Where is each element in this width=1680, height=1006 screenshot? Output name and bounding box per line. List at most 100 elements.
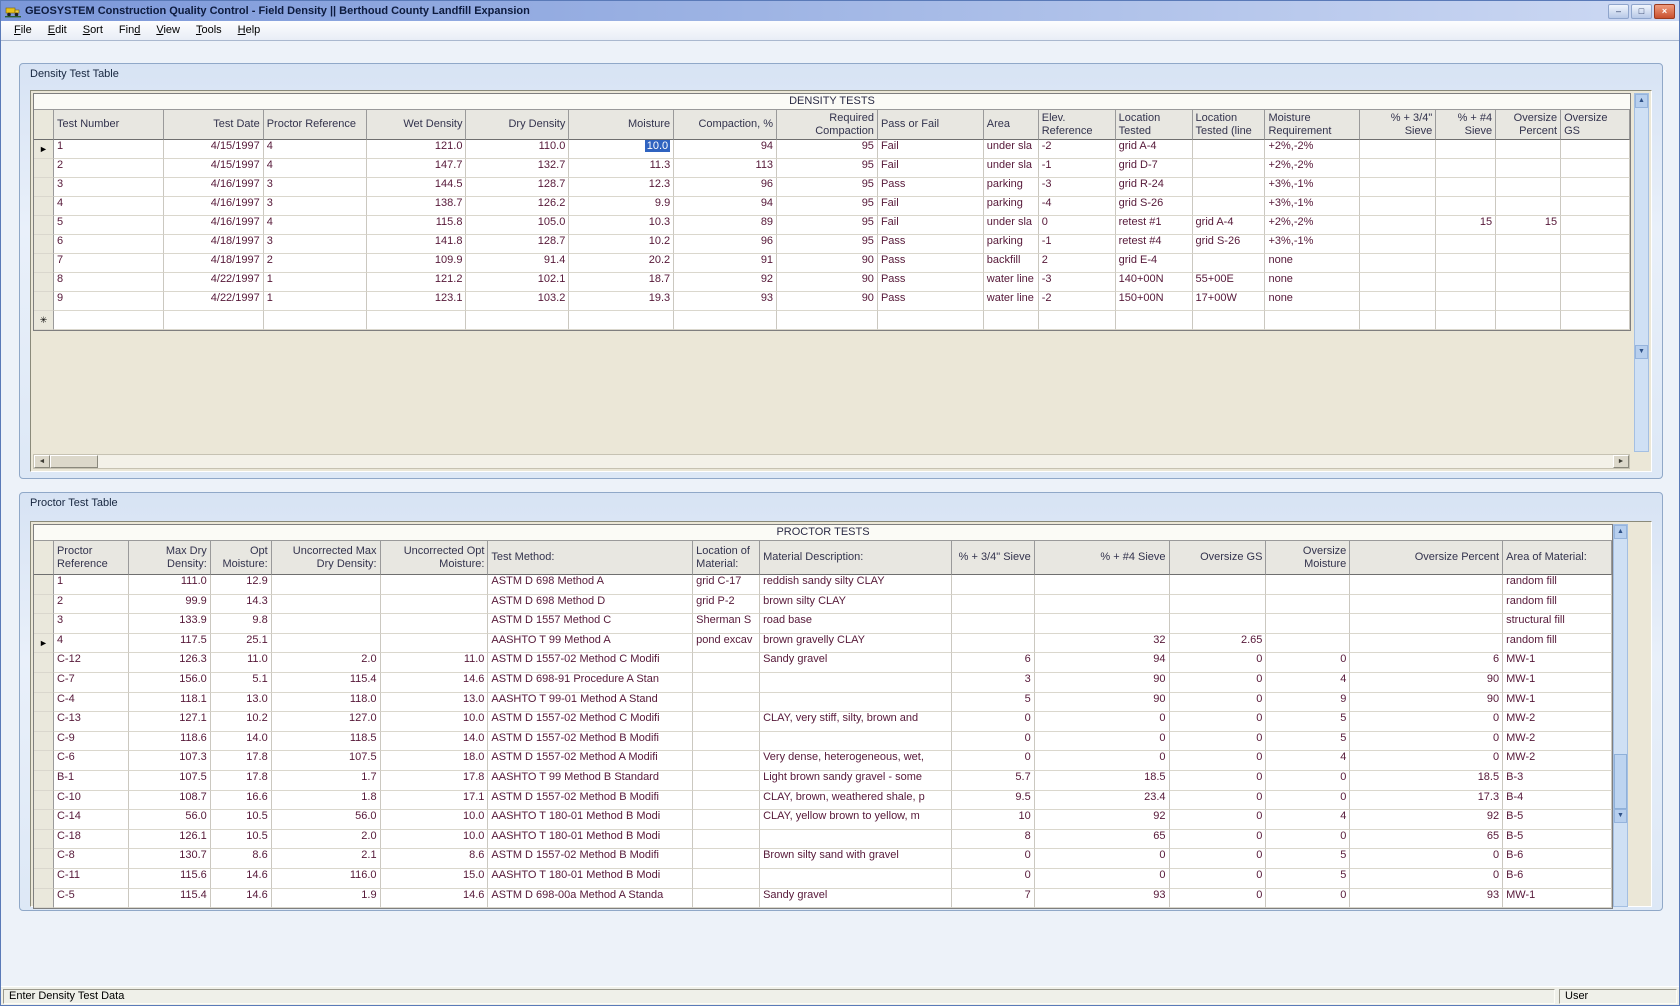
record-selector[interactable] — [34, 614, 54, 634]
table-cell[interactable]: 17.3 — [1350, 791, 1503, 811]
column-header[interactable]: Max Dry Density: — [129, 541, 211, 575]
table-cell[interactable] — [1360, 311, 1436, 330]
table-cell[interactable]: ASTM D 1557 Method C — [488, 614, 693, 634]
table-cell[interactable]: 90 — [1350, 673, 1503, 693]
table-cell[interactable]: Fail — [878, 197, 984, 216]
table-cell[interactable]: 103.2 — [466, 292, 569, 311]
table-cell[interactable]: Sherman S — [693, 614, 760, 634]
table-cell[interactable]: 118.5 — [272, 732, 381, 752]
table-cell[interactable] — [760, 830, 952, 850]
table-cell[interactable]: 15 — [1496, 216, 1561, 235]
record-selector[interactable] — [34, 869, 54, 889]
table-cell[interactable] — [1193, 159, 1266, 178]
table-cell[interactable]: brown silty CLAY — [760, 595, 952, 615]
table-cell[interactable]: 8 — [54, 273, 164, 292]
table-cell[interactable]: 0 — [952, 751, 1035, 771]
scroll-right-button[interactable]: ► — [1613, 455, 1629, 468]
table-cell[interactable] — [693, 849, 760, 869]
table-cell[interactable] — [1170, 575, 1267, 595]
column-header[interactable]: Area — [984, 110, 1039, 140]
table-cell[interactable]: B-5 — [1503, 830, 1612, 850]
table-cell[interactable] — [1436, 140, 1496, 159]
table-cell[interactable]: road base — [760, 614, 952, 634]
record-selector[interactable] — [34, 712, 54, 732]
column-header[interactable]: Required Compaction — [777, 110, 878, 140]
table-cell[interactable]: C-10 — [54, 791, 129, 811]
table-cell[interactable]: 0 — [1170, 751, 1267, 771]
table-cell[interactable]: 2.65 — [1170, 634, 1267, 654]
density-v-scrollbar[interactable]: ▲ ▼ — [1634, 93, 1649, 452]
table-cell[interactable]: 0 — [952, 732, 1035, 752]
table-cell[interactable]: 4/16/1997 — [164, 216, 264, 235]
table-cell[interactable]: 5 — [1266, 869, 1350, 889]
table-cell[interactable]: C-13 — [54, 712, 129, 732]
table-cell[interactable]: 6 — [1350, 653, 1503, 673]
table-cell[interactable]: 2 — [1039, 254, 1116, 273]
table-cell[interactable] — [1496, 140, 1561, 159]
table-cell[interactable]: Pass — [878, 273, 984, 292]
table-cell[interactable]: 12.9 — [211, 575, 272, 595]
table-cell[interactable]: C-12 — [54, 653, 129, 673]
menu-item-find[interactable]: Find — [111, 22, 148, 39]
table-cell[interactable] — [1193, 254, 1266, 273]
minimize-button[interactable]: – — [1608, 4, 1629, 19]
table-cell[interactable]: 14.0 — [381, 732, 489, 752]
table-cell[interactable] — [1436, 311, 1496, 330]
table-cell[interactable] — [1170, 595, 1267, 615]
table-cell[interactable]: Brown silty sand with gravel — [760, 849, 952, 869]
table-cell[interactable] — [760, 869, 952, 889]
column-header[interactable]: % + 3/4" Sieve — [952, 541, 1035, 575]
table-cell[interactable]: 0 — [1170, 889, 1267, 909]
table-cell[interactable]: 128.7 — [466, 178, 569, 197]
table-cell[interactable]: MW-2 — [1503, 732, 1612, 752]
table-cell[interactable]: 5 — [54, 216, 164, 235]
table-cell[interactable] — [54, 311, 164, 330]
table-cell[interactable]: 5 — [1266, 849, 1350, 869]
table-cell[interactable]: 4 — [54, 634, 129, 654]
table-cell[interactable]: 94 — [674, 197, 777, 216]
table-cell[interactable]: 0 — [1266, 771, 1350, 791]
table-cell[interactable]: -1 — [1039, 159, 1116, 178]
table-cell[interactable]: 4/15/1997 — [164, 159, 264, 178]
table-cell[interactable] — [272, 575, 381, 595]
table-cell[interactable]: 3 — [54, 614, 129, 634]
table-cell[interactable]: ASTM D 1557-02 Method B Modifi — [488, 849, 693, 869]
table-cell[interactable]: 56.0 — [129, 810, 211, 830]
table-cell[interactable] — [693, 653, 760, 673]
table-cell[interactable]: 107.5 — [129, 771, 211, 791]
table-cell[interactable]: 32 — [1035, 634, 1170, 654]
table-cell[interactable]: 95 — [777, 197, 878, 216]
table-cell[interactable]: grid R-24 — [1116, 178, 1193, 197]
column-header[interactable]: Moisture — [569, 110, 674, 140]
record-selector-header[interactable] — [34, 541, 54, 575]
table-cell[interactable]: 3 — [952, 673, 1035, 693]
table-cell[interactable]: 126.3 — [129, 653, 211, 673]
table-cell[interactable] — [984, 311, 1039, 330]
table-cell[interactable]: 2.0 — [272, 830, 381, 850]
table-cell[interactable]: 16.6 — [211, 791, 272, 811]
table-cell[interactable] — [878, 311, 984, 330]
table-cell[interactable]: Pass — [878, 254, 984, 273]
table-cell[interactable] — [1436, 254, 1496, 273]
table-cell[interactable]: 15.0 — [381, 869, 489, 889]
table-cell[interactable]: 132.7 — [466, 159, 569, 178]
table-cell[interactable]: 90 — [1035, 673, 1170, 693]
menu-item-view[interactable]: View — [148, 22, 188, 39]
table-cell[interactable]: 3 — [264, 197, 367, 216]
scroll-down-button[interactable]: ▼ — [1635, 345, 1648, 359]
table-cell[interactable]: B-6 — [1503, 869, 1612, 889]
table-cell[interactable]: 10.5 — [211, 810, 272, 830]
column-header[interactable]: Oversize Moisture — [1266, 541, 1350, 575]
table-cell[interactable] — [1496, 178, 1561, 197]
table-cell[interactable]: 90 — [777, 273, 878, 292]
table-cell[interactable] — [1170, 614, 1267, 634]
column-header[interactable]: Elev. Reference — [1039, 110, 1116, 140]
table-cell[interactable] — [1039, 311, 1116, 330]
table-cell[interactable]: 107.5 — [272, 751, 381, 771]
table-cell[interactable] — [1035, 575, 1170, 595]
table-cell[interactable] — [1496, 254, 1561, 273]
table-cell[interactable]: 0 — [1350, 712, 1503, 732]
table-cell[interactable]: grid C-17 — [693, 575, 760, 595]
record-selector[interactable] — [34, 889, 54, 909]
table-cell[interactable]: -2 — [1039, 140, 1116, 159]
